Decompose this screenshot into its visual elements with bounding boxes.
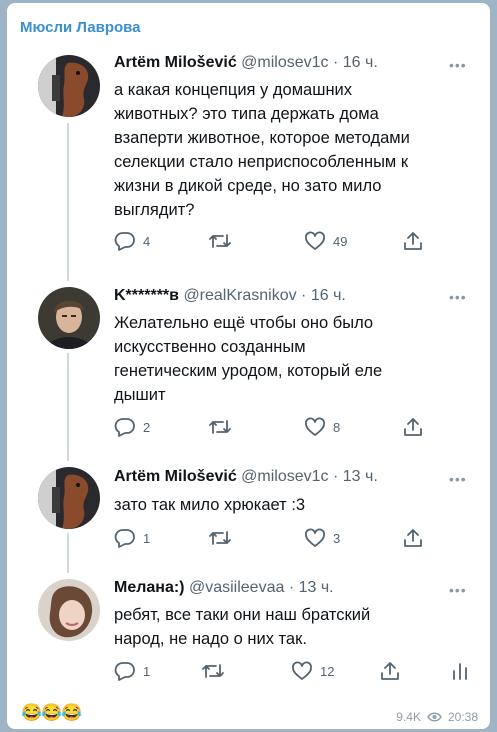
retweet-button[interactable] <box>208 528 239 548</box>
tweet-time: 16 ч. <box>342 54 378 71</box>
reply-button[interactable]: 1 <box>114 528 150 548</box>
avatar[interactable] <box>38 287 100 349</box>
tweet-text: зато так мило хрюкает :3 <box>114 496 306 514</box>
tweet-actions: 1 12 <box>114 661 474 683</box>
tweet-thread-image[interactable]: Artëm Milošević @milosev1c · 16 ч. ••• а… <box>16 41 490 701</box>
tweet-text: Желательно ещё чтобы оно было искусственн… <box>114 314 383 404</box>
analytics-icon <box>453 663 467 680</box>
tweet-actions: 1 3 <box>114 528 464 550</box>
like-count: 8 <box>333 419 341 435</box>
share-icon <box>404 529 422 547</box>
avatar[interactable] <box>38 55 100 117</box>
channel-name[interactable]: Мюсли Лаврова <box>20 19 141 36</box>
heart-icon <box>305 231 325 250</box>
retweet-icon <box>209 531 231 545</box>
tweet-actions: 2 8 <box>114 417 464 439</box>
like-button[interactable]: 49 <box>304 231 347 251</box>
author-name[interactable]: Мелана:) <box>114 579 185 596</box>
reply-count: 4 <box>143 233 151 249</box>
like-count: 49 <box>333 233 348 249</box>
heart-icon <box>305 528 325 547</box>
tweet-actions: 4 49 <box>114 231 464 253</box>
analytics-button[interactable] <box>450 661 470 681</box>
share-button[interactable] <box>402 231 424 251</box>
author-handle[interactable]: @milosev1c <box>241 54 328 71</box>
thread-line <box>67 123 69 281</box>
like-button[interactable]: 8 <box>304 417 340 437</box>
reactions[interactable]: 😂😂😂 <box>21 703 83 723</box>
share-icon <box>381 662 399 680</box>
tweet-text: ребят, все таки они наш братский народ, н… <box>114 606 371 648</box>
reply-icon <box>114 662 135 681</box>
message-time: 20:38 <box>447 710 478 724</box>
like-count: 12 <box>320 663 335 679</box>
avatar[interactable] <box>38 467 100 529</box>
author-handle[interactable]: @realKrasnikov <box>183 287 296 304</box>
author-name[interactable]: Artëm Milošević <box>114 468 237 485</box>
heart-icon <box>305 417 325 436</box>
tweet-time: 13 ч. <box>342 468 378 485</box>
message-meta: 9.4K 20:38 <box>396 710 478 724</box>
reply-button[interactable]: 4 <box>114 231 150 251</box>
share-button[interactable] <box>379 661 401 681</box>
thread-line <box>67 353 69 461</box>
views-count: 9.4K <box>396 710 421 724</box>
avatar[interactable] <box>38 579 100 641</box>
tweet-header: Мелана:) @vasiileevaa · 13 ч. <box>114 579 334 596</box>
tweet-time: 13 ч. <box>298 579 334 596</box>
tweet-time: 16 ч. <box>310 287 346 304</box>
eye-icon <box>427 712 442 722</box>
more-icon[interactable]: ••• <box>449 289 467 305</box>
more-icon[interactable]: ••• <box>449 471 467 487</box>
retweet-button[interactable] <box>208 417 239 437</box>
thread-line <box>67 533 69 573</box>
share-button[interactable] <box>402 528 424 548</box>
share-button[interactable] <box>402 417 424 437</box>
retweet-button[interactable] <box>201 661 232 681</box>
reply-icon <box>114 529 135 548</box>
reply-count: 2 <box>143 419 151 435</box>
retweet-icon <box>209 420 231 434</box>
reply-count: 1 <box>143 663 151 679</box>
author-handle[interactable]: @milosev1c <box>241 468 328 485</box>
share-icon <box>404 232 422 250</box>
tweet-header: Artëm Milošević @milosev1c · 13 ч. <box>114 468 378 485</box>
like-button[interactable]: 12 <box>291 661 334 681</box>
reply-icon <box>114 232 135 251</box>
author-handle[interactable]: @vasiileevaa <box>189 579 284 596</box>
more-icon[interactable]: ••• <box>449 57 467 73</box>
tweet-header: K*******в @realKrasnikov · 16 ч. <box>114 287 346 304</box>
author-name[interactable]: K*******в <box>114 287 179 304</box>
author-name[interactable]: Artëm Milošević <box>114 54 237 71</box>
tweet-text: а какая концепция у домашних животных? эт… <box>114 81 410 219</box>
reply-button[interactable]: 2 <box>114 417 150 437</box>
heart-icon <box>292 661 312 680</box>
like-button[interactable]: 3 <box>304 528 340 548</box>
like-count: 3 <box>333 530 341 546</box>
retweet-icon <box>209 234 231 248</box>
retweet-button[interactable] <box>208 231 239 251</box>
more-icon[interactable]: ••• <box>449 582 467 598</box>
message-bubble: Мюсли Лаврова Artëm Milošević @milosev1c… <box>7 3 490 729</box>
reply-icon <box>114 418 135 437</box>
retweet-icon <box>202 664 224 678</box>
tweet-header: Artëm Milošević @milosev1c · 16 ч. <box>114 54 378 71</box>
reply-count: 1 <box>143 530 151 546</box>
share-icon <box>404 418 422 436</box>
reply-button[interactable]: 1 <box>114 661 150 681</box>
